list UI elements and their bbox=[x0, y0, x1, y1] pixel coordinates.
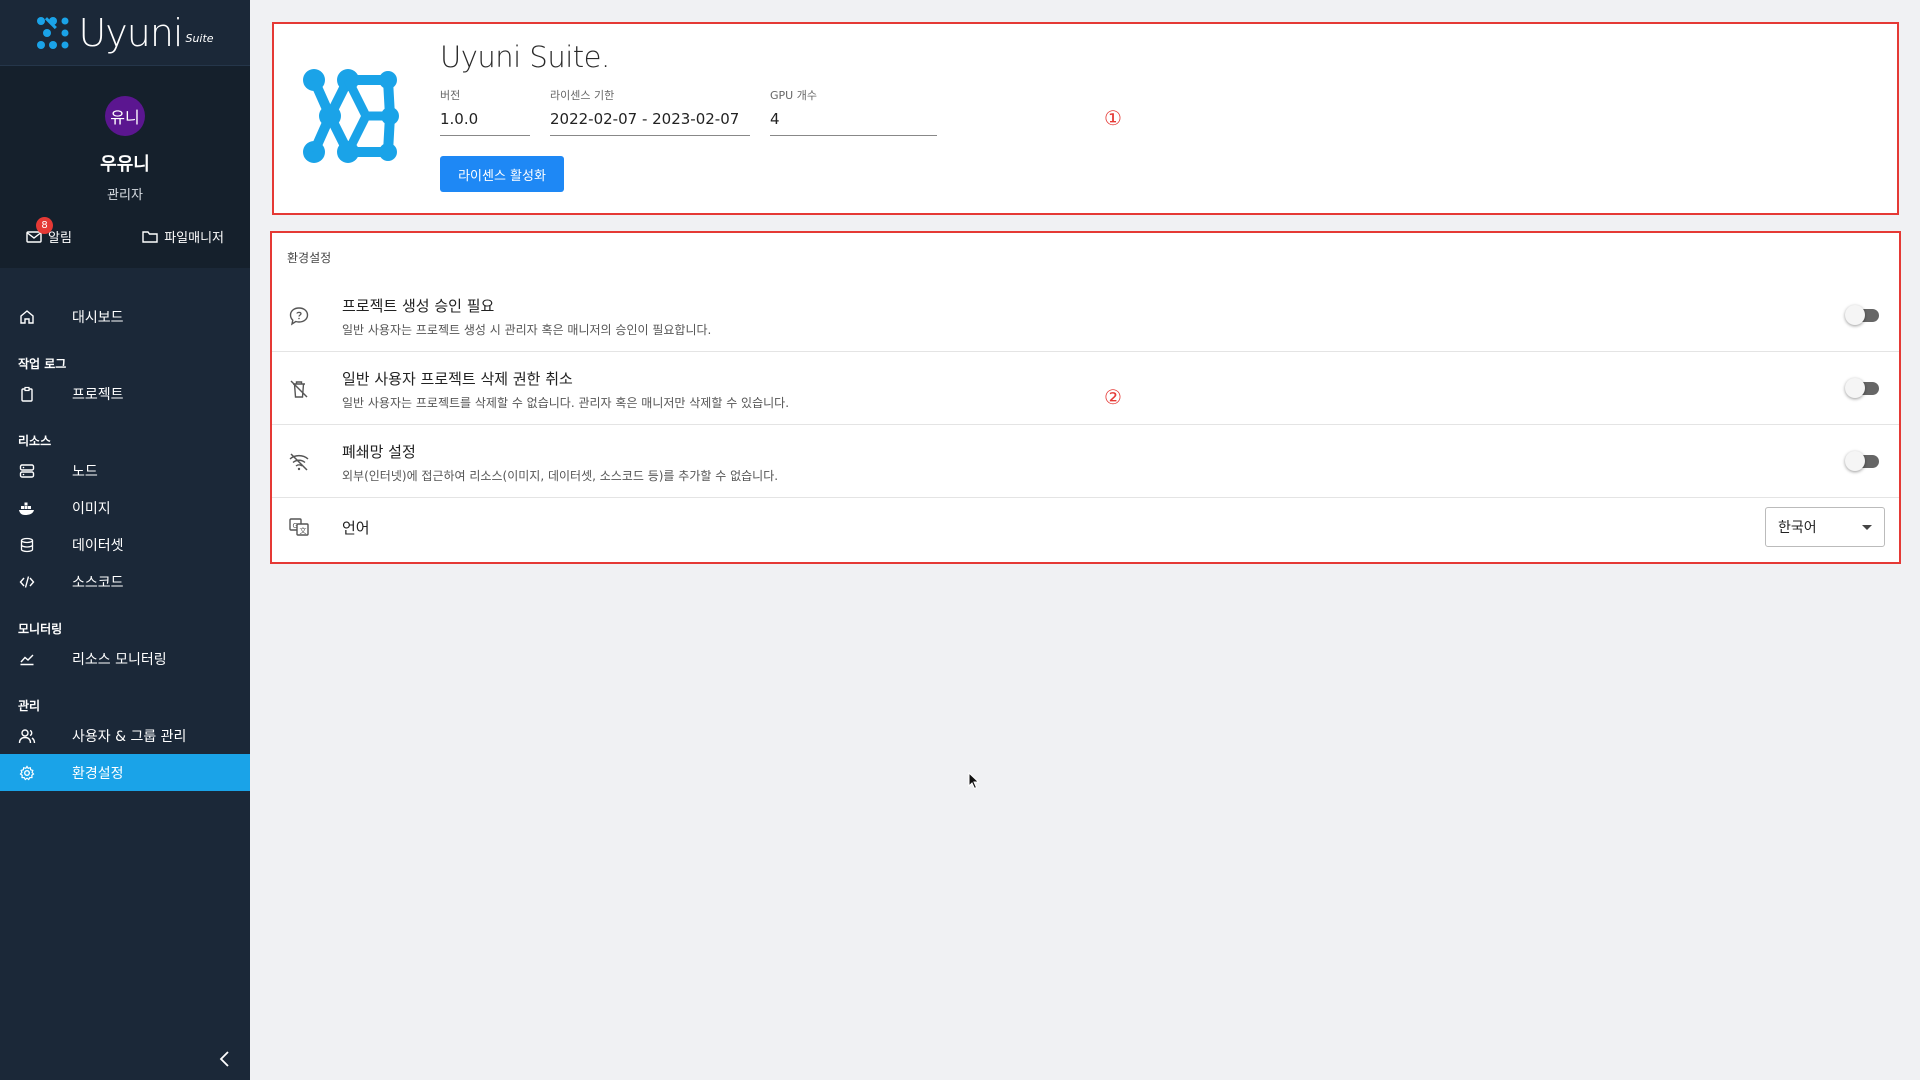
setting-row-delete-permission: 일반 사용자 프로젝트 삭제 권한 취소 일반 사용자는 프로젝트를 삭제할 수… bbox=[272, 352, 1899, 425]
nav-item-user-group[interactable]: 사용자 & 그룹 관리 bbox=[0, 717, 250, 754]
setting-row-closed-network: 폐쇄망 설정 외부(인터넷)에 접근하여 리소스(이미지, 데이터셋, 소스코드… bbox=[272, 425, 1899, 498]
server-icon bbox=[18, 462, 36, 480]
gear-icon bbox=[18, 764, 36, 782]
version-label: 버전 bbox=[440, 89, 461, 102]
nav-item-resource-monitoring[interactable]: 리소스 모니터링 bbox=[0, 640, 250, 677]
user-role: 관리자 bbox=[107, 188, 143, 203]
code-icon bbox=[18, 573, 36, 591]
svg-text:文: 文 bbox=[300, 526, 307, 535]
nav-item-dashboard[interactable]: 대시보드 bbox=[0, 298, 250, 335]
license-period-field: 라이센스 기한 2022-02-07 - 2023-02-07 bbox=[550, 87, 750, 136]
nav-label: 이미지 bbox=[72, 500, 111, 517]
main-content: Uyuni Suite. 버전 1.0.0 라이센스 기한 2022-02-07… bbox=[250, 0, 1920, 1080]
mouse-cursor-icon bbox=[968, 772, 980, 790]
settings-title: 환경설정 bbox=[287, 251, 332, 265]
brand-name: Uyuni bbox=[78, 10, 183, 55]
annotation-marker-1: ① bbox=[1104, 106, 1122, 130]
settings-card: 환경설정 프로젝트 생성 승인 필요 일반 사용자는 프로젝트 생성 시 관리자… bbox=[270, 231, 1901, 564]
language-label: 언어 bbox=[342, 519, 370, 537]
gpu-count-field: GPU 개수 4 bbox=[770, 87, 937, 136]
user-profile: 유니 우유니 관리자 8 알림 파일매니저 bbox=[0, 66, 250, 268]
nav-section-monitoring: 모니터링 bbox=[18, 622, 63, 636]
setting-description: 일반 사용자는 프로젝트를 삭제할 수 없습니다. 관리자 혹은 매니저만 삭제… bbox=[342, 396, 790, 410]
uyuni-large-logo-icon bbox=[303, 69, 399, 163]
nav-label: 노드 bbox=[72, 463, 98, 480]
nav-label: 소스코드 bbox=[72, 574, 124, 591]
user-name: 우유니 bbox=[100, 154, 150, 175]
nav-section-worklog: 작업 로그 bbox=[18, 357, 67, 371]
nav-label: 환경설정 bbox=[72, 765, 124, 782]
setting-row-language: G文 언어 한국어 bbox=[272, 498, 1899, 562]
nav-label: 프로젝트 bbox=[72, 386, 124, 403]
users-icon bbox=[18, 727, 36, 745]
language-select[interactable]: 한국어 bbox=[1765, 507, 1885, 547]
setting-description: 일반 사용자는 프로젝트 생성 시 관리자 혹은 매니저의 승인이 필요합니다. bbox=[342, 323, 712, 337]
nav-label: 리소스 모니터링 bbox=[72, 651, 167, 668]
nav-section-resources: 리소스 bbox=[18, 434, 52, 448]
chart-line-icon bbox=[18, 650, 36, 668]
activate-license-button[interactable]: 라이센스 활성화 bbox=[440, 156, 564, 192]
version-value: 1.0.0 bbox=[440, 110, 530, 136]
setting-title: 일반 사용자 프로젝트 삭제 권한 취소 bbox=[342, 370, 573, 388]
nav-item-dataset[interactable]: 데이터셋 bbox=[0, 526, 250, 563]
uyuni-logo-icon bbox=[37, 16, 69, 49]
clipboard-icon bbox=[18, 385, 36, 403]
main-nav: 대시보드 작업 로그 프로젝트 리소스 노드 이미지 데이터셋 소스코드 모니터… bbox=[0, 268, 250, 791]
delete-off-icon bbox=[290, 380, 308, 398]
file-manager-label: 파일매니저 bbox=[164, 231, 224, 246]
nav-label: 사용자 & 그룹 관리 bbox=[72, 728, 187, 745]
license-card: Uyuni Suite. 버전 1.0.0 라이센스 기한 2022-02-07… bbox=[272, 22, 1899, 215]
nav-item-node[interactable]: 노드 bbox=[0, 452, 250, 489]
nav-item-image[interactable]: 이미지 bbox=[0, 489, 250, 526]
nav-item-sourcecode[interactable]: 소스코드 bbox=[0, 563, 250, 600]
sidebar-collapse-button[interactable] bbox=[216, 1050, 234, 1068]
project-approval-toggle[interactable] bbox=[1845, 305, 1881, 325]
gpu-count-label: GPU 개수 bbox=[770, 89, 817, 102]
product-title: Uyuni Suite. bbox=[440, 40, 610, 74]
setting-description: 외부(인터넷)에 접근하여 리소스(이미지, 데이터셋, 소스코드 등)를 추가… bbox=[342, 469, 779, 483]
wifi-off-icon bbox=[289, 453, 309, 471]
delete-permission-toggle[interactable] bbox=[1845, 378, 1881, 398]
closed-network-toggle[interactable] bbox=[1845, 451, 1881, 471]
annotation-marker-2: ② bbox=[1104, 385, 1122, 409]
profile-actions: 8 알림 파일매니저 bbox=[0, 217, 250, 246]
docker-icon bbox=[18, 499, 36, 517]
folder-icon bbox=[142, 230, 158, 243]
nav-label: 데이터셋 bbox=[72, 537, 124, 554]
setting-title: 프로젝트 생성 승인 필요 bbox=[342, 297, 495, 315]
avatar[interactable]: 유니 bbox=[105, 96, 145, 136]
gpu-count-value: 4 bbox=[770, 110, 937, 136]
brand-suffix: Suite bbox=[185, 32, 214, 45]
translate-icon: G文 bbox=[289, 518, 309, 536]
nav-label: 대시보드 bbox=[72, 309, 124, 326]
home-icon bbox=[18, 308, 36, 326]
alerts-badge: 8 bbox=[36, 217, 53, 234]
setting-row-project-approval: 프로젝트 생성 승인 필요 일반 사용자는 프로젝트 생성 시 관리자 혹은 매… bbox=[272, 279, 1899, 352]
dropdown-caret-icon bbox=[1862, 525, 1872, 530]
license-period-label: 라이센스 기한 bbox=[550, 89, 615, 102]
database-icon bbox=[18, 536, 36, 554]
setting-title: 폐쇄망 설정 bbox=[342, 443, 416, 461]
nav-item-project[interactable]: 프로젝트 bbox=[0, 375, 250, 412]
language-selected-value: 한국어 bbox=[1778, 520, 1817, 536]
chat-question-icon bbox=[289, 307, 309, 326]
svg-text:G: G bbox=[293, 522, 298, 530]
nav-section-admin: 관리 bbox=[18, 699, 41, 713]
chevron-left-icon bbox=[219, 1051, 229, 1067]
sidebar: Uyuni Suite 유니 우유니 관리자 8 알림 파일매니저 대시보드 작… bbox=[0, 0, 250, 1080]
version-field: 버전 1.0.0 bbox=[440, 87, 530, 136]
alerts-button[interactable]: 8 알림 bbox=[26, 217, 72, 246]
nav-item-settings[interactable]: 환경설정 bbox=[0, 754, 250, 791]
brand-logo[interactable]: Uyuni Suite bbox=[0, 0, 250, 66]
file-manager-button[interactable]: 파일매니저 bbox=[142, 227, 224, 246]
license-period-value: 2022-02-07 - 2023-02-07 bbox=[550, 110, 750, 136]
